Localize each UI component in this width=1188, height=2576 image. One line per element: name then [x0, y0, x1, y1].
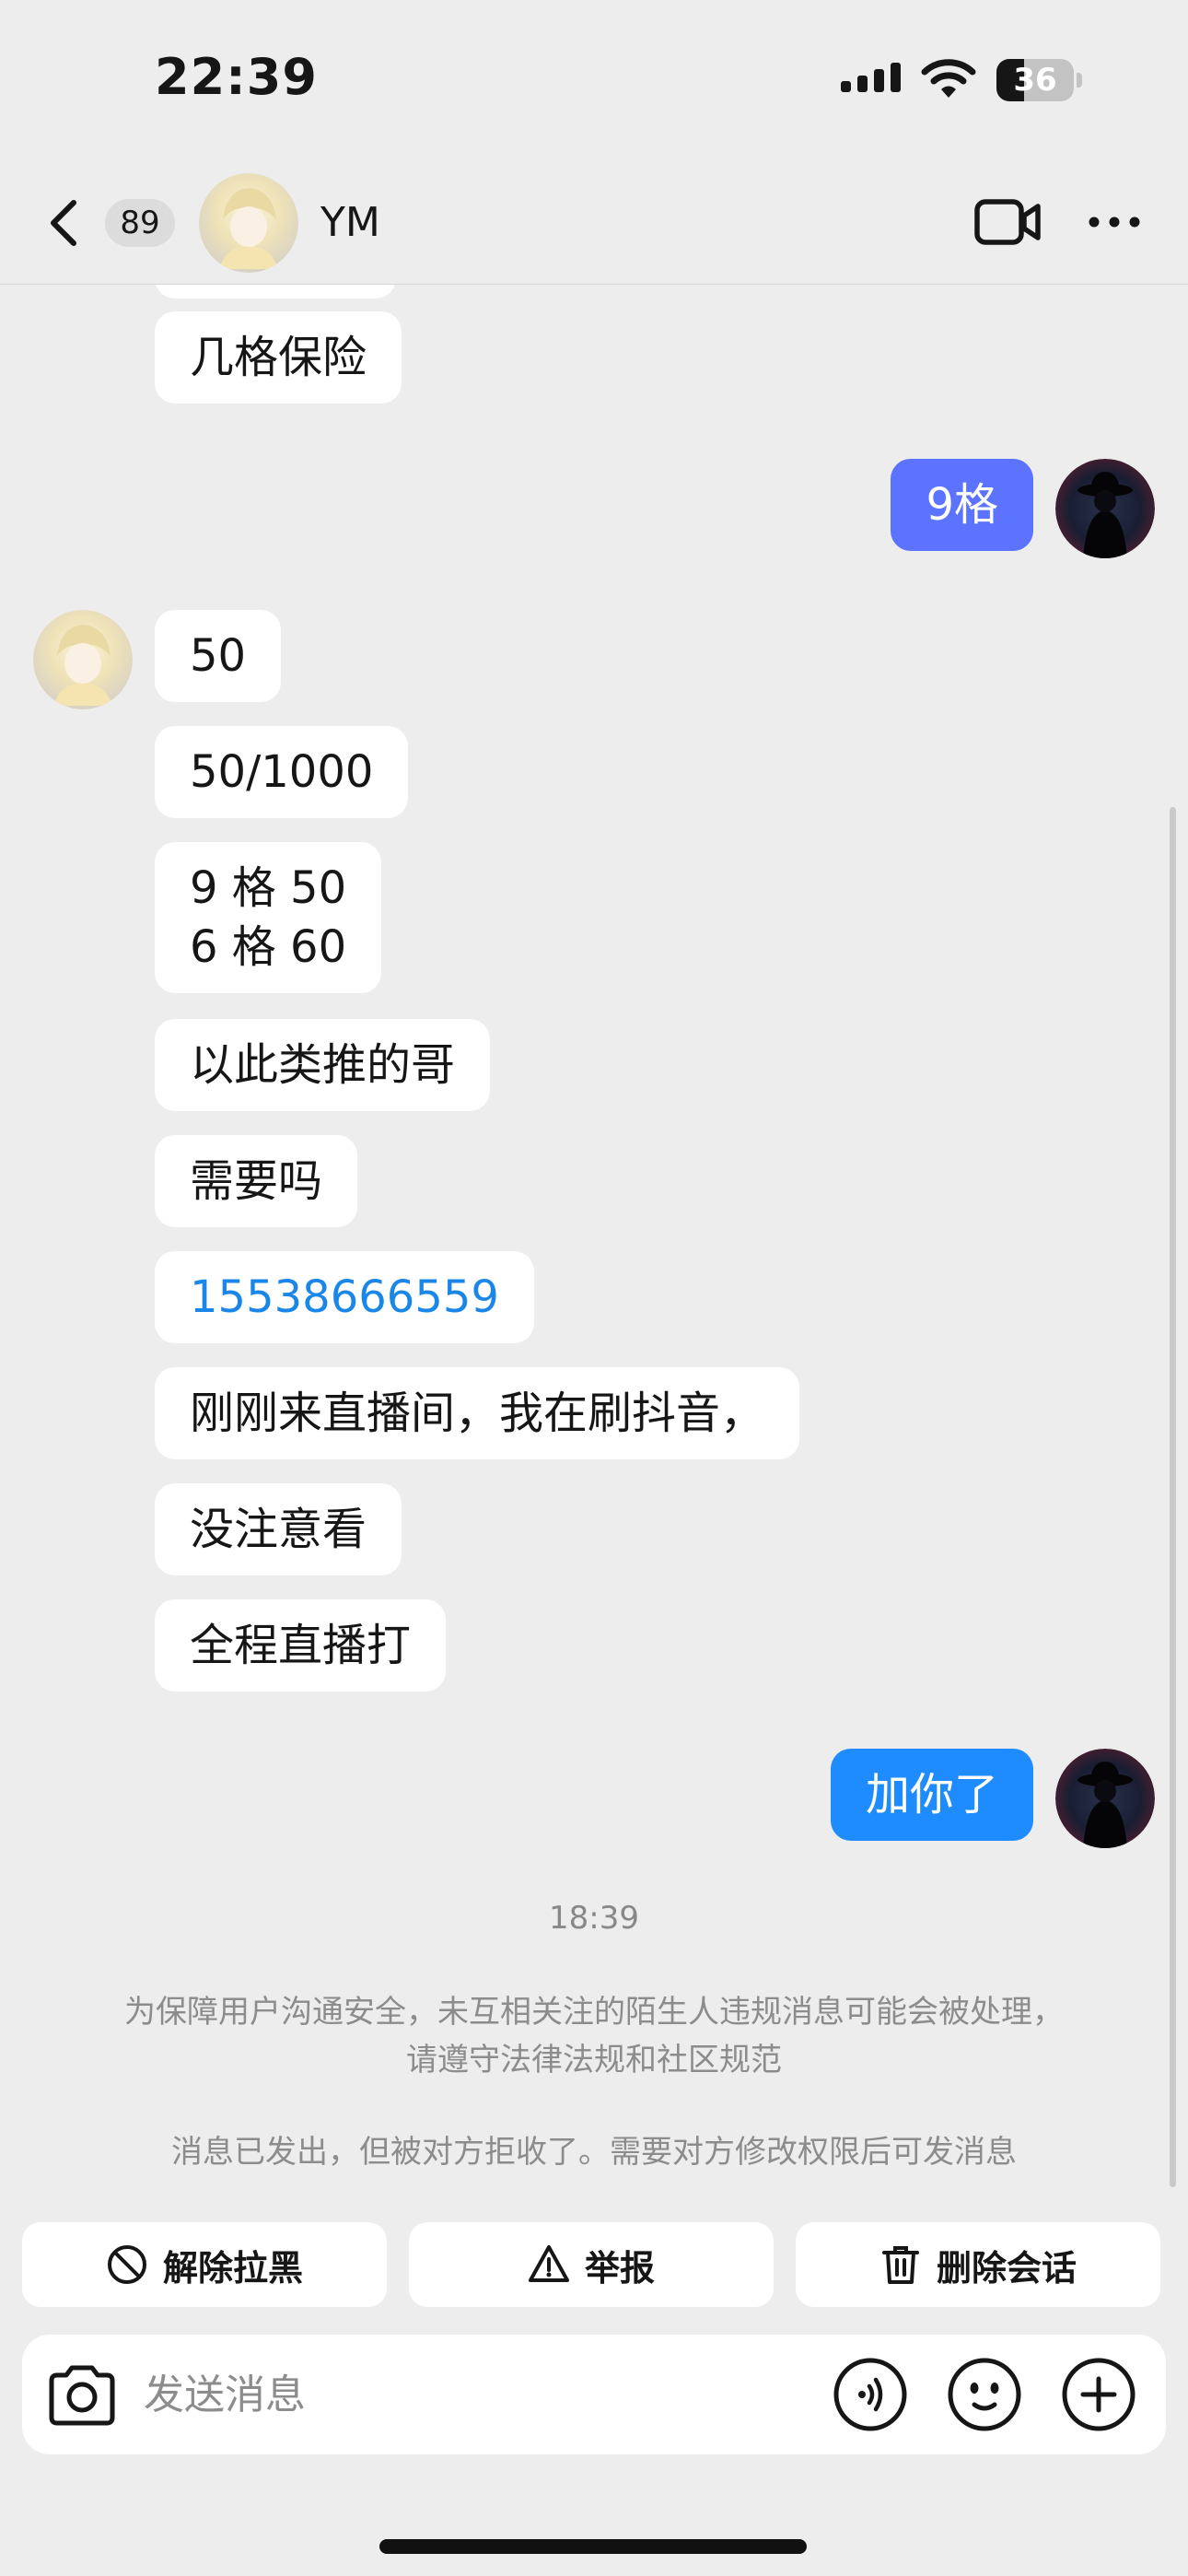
incoming-message[interactable]: 以此类推的哥: [155, 1019, 491, 1111]
unread-count-badge[interactable]: 89: [105, 199, 175, 247]
safety-notice: 为保障用户沟通安全，未互相关注的陌生人违规消息可能会被处理，请遵守法律法规和社区…: [124, 1994, 1064, 2078]
incoming-message[interactable]: 全程直播打: [155, 1599, 447, 1692]
chat-header: 89 YM: [0, 158, 1188, 285]
incoming-message[interactable]: 需要吗: [155, 1135, 358, 1227]
outgoing-message[interactable]: 9格: [891, 459, 1033, 551]
report-button[interactable]: 举报: [409, 2222, 774, 2307]
battery-level: 36: [1013, 62, 1057, 99]
contact-avatar[interactable]: [199, 173, 298, 273]
peer-avatar[interactable]: [33, 610, 133, 709]
delete-conversation-button[interactable]: 删除会话: [796, 2222, 1160, 2307]
delete-label: 删除会话: [936, 2247, 1077, 2289]
incoming-message[interactable]: 50: [155, 610, 282, 702]
unblock-label: 解除拉黑: [162, 2247, 303, 2289]
wifi-icon: [921, 59, 976, 98]
my-avatar[interactable]: [1055, 459, 1155, 558]
outgoing-message[interactable]: 加你了: [830, 1749, 1033, 1841]
message-timestamp: 18:39: [549, 1900, 639, 1937]
status-time: 22:39: [155, 48, 318, 106]
my-avatar[interactable]: [1055, 1749, 1155, 1848]
emoji-icon[interactable]: [947, 2357, 1022, 2432]
home-indicator: [379, 2539, 807, 2554]
camera-icon[interactable]: [46, 2360, 118, 2429]
phone-number-link[interactable]: 15538666559: [155, 1251, 534, 1343]
block-icon: [107, 2245, 146, 2284]
video-call-icon[interactable]: [974, 199, 1041, 245]
incoming-message[interactable]: 50/1000: [155, 726, 409, 818]
battery-icon: 36: [996, 59, 1082, 101]
warning-icon: [528, 2245, 569, 2282]
incoming-message[interactable]: 9 格 50 6 格 60: [155, 842, 382, 993]
cellular-signal-icon: [841, 61, 902, 92]
unblock-button[interactable]: 解除拉黑: [22, 2222, 387, 2307]
plus-icon[interactable]: [1061, 2357, 1136, 2432]
message-input[interactable]: [144, 2362, 807, 2427]
report-label: 举报: [584, 2247, 655, 2289]
voice-icon[interactable]: [833, 2357, 908, 2432]
more-icon[interactable]: [1087, 208, 1142, 236]
incoming-message[interactable]: 没注意看: [155, 1483, 402, 1575]
incoming-message[interactable]: 刚刚来直播间，我在刷抖音，: [155, 1367, 800, 1459]
contact-name[interactable]: YM: [320, 195, 380, 251]
incoming-message[interactable]: 几格保险: [155, 311, 402, 404]
message-input-bar: [22, 2335, 1166, 2454]
back-icon[interactable]: [42, 197, 85, 249]
rejected-notice: 消息已发出，但被对方拒收了。需要对方修改权限后可发消息: [171, 2134, 1017, 2171]
trash-icon: [881, 2246, 919, 2284]
scrollbar[interactable]: [1170, 807, 1176, 2187]
